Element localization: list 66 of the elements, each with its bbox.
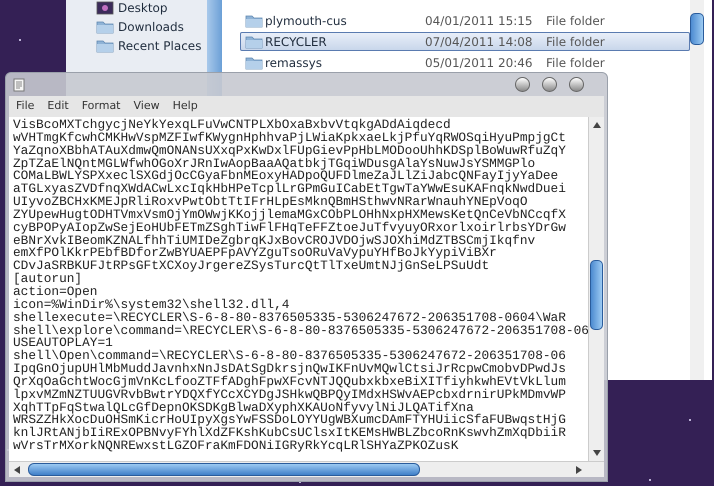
- sidebar-item[interactable]: Downloads: [96, 18, 207, 36]
- down-arrow-icon[interactable]: [592, 450, 600, 456]
- file-row[interactable]: plymouth-cus 04/01/2011 15:15 File folder: [240, 11, 690, 30]
- folder-icon: [96, 20, 114, 34]
- text-line: ZpTZaElNQntMGLWfwhOGoXrJRnIwAopBaaAQatbkjTGqiWDusgAlaYsNuwJsYSMMGPlo: [13, 158, 536, 170]
- menu-item[interactable]: Help: [172, 98, 198, 115]
- text-line: CDvJaSRBKUFJtRPsGFtXCXoyJrgereZSysTurcQtTlTxeUmtNJjGnSeLPSuUdt: [13, 260, 490, 274]
- text-line: lpxvMZmNZTUUGVRvbBwtrYDQXfYCcXCYDgJSHkwQBPQyIMdxHSWvAEPcbxdrnirUPkMDmvWP: [13, 388, 566, 402]
- file-date: 05/01/2011 20:46: [425, 54, 534, 72]
- maximize-button[interactable]: [542, 77, 557, 92]
- up-arrow-icon[interactable]: [592, 122, 600, 128]
- folder-icon: [245, 34, 263, 48]
- text-line: wVHTmgKfcwhCMKHwVspMZFIwfKWygnHphhvaPjLWiaKpkxaeLkjPfuYqRWOSqiHyuPmpjgCt: [13, 132, 566, 145]
- text-line: shell\Open\command=\RECYCLER\S-6-8-80-8376505335-5306247672-206351708-06: [13, 350, 566, 364]
- file-name: plymouth-cus: [264, 12, 348, 30]
- text-line: icon=%WinDir%\system32\shell32.dll,4: [13, 298, 290, 312]
- text-line: USEAUTOPLAY=1: [13, 337, 113, 350]
- scrollbar-thumb[interactable]: [690, 13, 704, 45]
- file-type: File folder: [546, 12, 605, 30]
- text-line: action=Open: [13, 286, 98, 299]
- text-line: knlJRtANjbIiRExOPBNvyFYhlXdZFKshKubCsUClsxItKEMsHWBLZbcoRnKswvhZmXqDbiiR: [13, 427, 566, 440]
- text-line: eBNrXvkIBeomKZNALfhhTiUMIDeZgbrqKJxBovCROJVDOjwSJOXhiMdZTBSCmjIkqfnv: [13, 234, 536, 248]
- text-line: emXfPOlKkrPEbfBDforZwBYUAEPFpAVYZguTsoORuVaVypuYHfBoJkYypiViBXr: [13, 247, 497, 260]
- folder-icon: [96, 39, 114, 53]
- menu-item[interactable]: Edit: [47, 98, 69, 115]
- file-type: File folder: [546, 34, 605, 50]
- scrollbar-thumb[interactable]: [590, 260, 603, 330]
- menu-item[interactable]: View: [134, 98, 160, 115]
- text-line: YaZqnoXBbhATAuXdmwQmONANsUXxqPxKwDxlFUpGievPpHbLMODooUhhKDSplBoWuwRfuZqY: [13, 144, 566, 158]
- file-type: File folder: [546, 54, 605, 72]
- horizontal-scrollbar[interactable]: [9, 461, 604, 477]
- notepad-icon: [12, 78, 26, 92]
- text-line: QrXqOaGchtWocGjmVnKcLfooZTFfADghFpwXFcvNTJQQubxkbxeBiXITfiyhkwhEVtVkLlum: [13, 376, 566, 389]
- file-date: 07/04/2011 14:08: [425, 34, 534, 50]
- text-line: [autorun]: [13, 273, 82, 286]
- vertical-scrollbar[interactable]: [588, 117, 604, 461]
- text-line: shellexecute=\RECYCLER\S-6-8-80-8376505335-5306247672-206351708-0604\WaR: [13, 312, 566, 324]
- desktop-icon: [96, 1, 114, 15]
- text-line: ZYUpewHugtODHTVmxVsmOjYmOWwjKKojjlemaMGxCObPLOHhNxpHXMewsKetQnCeVbNCcqfX: [13, 208, 566, 222]
- folder-icon: [245, 56, 263, 70]
- text-line: cyBPOPyAIopZwSejEoHUbFETmZSghTiwFlFHqTeFFZtoeJuTfvyuyORxorlxoirlrbsYDrGw: [13, 222, 566, 235]
- scrollbar-thumb[interactable]: [28, 463, 420, 476]
- text-line: UIyvoZBCHxKMEJpRliRoxvPwtObtTtIFrHLpEsMknQBmHSthwvNRarWnauhYNEpVoqO: [13, 196, 528, 209]
- text-line: WRSZZHkXocDuOHSmKicrHoUIpyXgsYwFSSDoLOYYUgWBXumcDAmFTYHUiicSfaFUBwqstHjG: [13, 414, 566, 428]
- minimize-button[interactable]: [515, 77, 530, 92]
- text-line: wVrsTrMXorkNQNREwxstLGZOFraKmFDONiIGRyRkYcqLRlSHYaZPKOZusK: [13, 440, 458, 453]
- file-row[interactable]: remassys 05/01/2011 20:46 File folder: [240, 53, 690, 72]
- file-date: 04/01/2011 15:15: [425, 12, 534, 30]
- vertical-scrollbar[interactable]: [690, 0, 704, 380]
- file-name: RECYCLER: [264, 34, 328, 50]
- right-arrow-icon[interactable]: [576, 466, 582, 474]
- file-row[interactable]: RECYCLER 07/04/2011 14:08 File folder: [240, 32, 690, 51]
- menu-item[interactable]: Format: [82, 98, 120, 115]
- close-button[interactable]: [569, 77, 584, 92]
- text-line: XqhTTpFqStwalQLcGfDepnOKSDKgBlwaDXyphXKAUoNfyvylNiJLQATifXna: [13, 402, 474, 414]
- text-line: IpqGnOjupUHlMbMuddJavnhxNnJsDAtSgDkrsjnQwIKFnUvMQwlCtsiJrRcpwCmobvDPwdJs: [13, 363, 566, 376]
- file-name: remassys: [264, 54, 323, 72]
- sidebar-item[interactable]: Recent Places: [96, 37, 207, 55]
- text-line: aTGLxyasZVDfnqXWdACwLxcIqkHbHPeTcplLrGPmGuICabEtTgwTaYWwEsuKAFnqkNwdDuei: [13, 183, 566, 196]
- folder-icon: [245, 14, 263, 28]
- text-line: shell\explore\command=\RECYCLER\S-6-8-80-8376505335-5306247672-206351708-06: [13, 324, 588, 338]
- text-line: VisBcoMXTchgycjNeYkYexqLFuVwCNTPLXbOxaBxbvVtqkgADdAiqdecd: [13, 119, 451, 132]
- menu-item[interactable]: File: [16, 98, 34, 115]
- text-line: COMaLBWLYSPXxeclSXGdjOcCGyaFbnMEoxyHADpoQUFDlmeZaJLlZiJabcQNFayIjyYaDee: [13, 170, 558, 184]
- left-arrow-icon[interactable]: [14, 466, 20, 474]
- sidebar-item[interactable]: Desktop: [96, 0, 207, 17]
